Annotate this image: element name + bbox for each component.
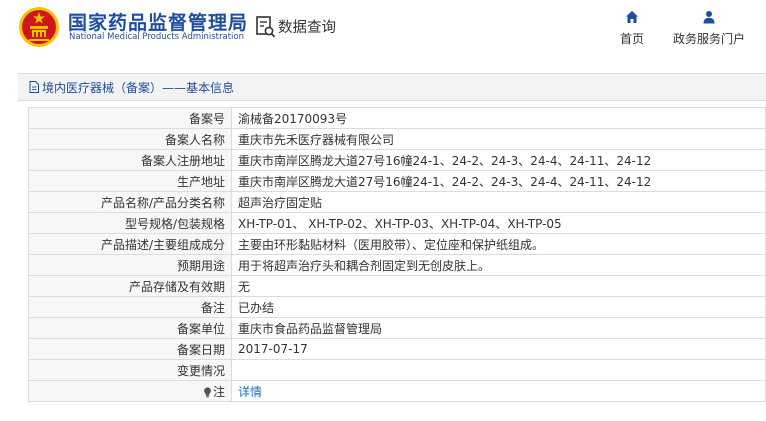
- breadcrumb: 境内医疗器械（备案）——基本信息: [18, 73, 766, 101]
- row-label: 备案人名称: [28, 128, 232, 150]
- document-search-icon: [256, 16, 276, 38]
- national-emblem-icon[interactable]: [18, 6, 60, 48]
- row-label: 生产地址: [28, 170, 232, 192]
- record-info-table: 备案号 渝械备20170093号 备案人名称 重庆市先禾医疗器械有限公司 备案人…: [28, 107, 766, 402]
- home-icon: [626, 11, 638, 23]
- row-label: 备案单位: [28, 317, 232, 339]
- row-label-note: 注: [28, 380, 232, 402]
- table-row: 备案单位 重庆市食品药品监督管理局: [28, 317, 766, 339]
- row-value: 重庆市食品药品监督管理局: [231, 317, 766, 339]
- row-value: 已办结: [231, 296, 766, 318]
- row-label: 备案人注册地址: [28, 149, 232, 171]
- nav-services-label: 政务服务门户: [672, 32, 745, 46]
- table-row: 产品描述/主要组成成分 主要由环形黏贴材料（医用胶带）、定位座和保护纸组成。: [28, 233, 766, 255]
- table-row: 变更情况: [28, 359, 766, 381]
- row-value: XH-TP-01、 XH-TP-02、XH-TP-03、XH-TP-04、XH-…: [231, 212, 766, 234]
- row-label: 备注: [28, 296, 232, 318]
- brand-subtitle: National Medical Products Administration: [69, 32, 244, 42]
- row-label: 型号规格/包装规格: [28, 212, 232, 234]
- row-label: 产品存储及有效期: [28, 275, 232, 297]
- table-row: 备案日期 2017-07-17: [28, 338, 766, 360]
- breadcrumb-text: 境内医疗器械（备案）——基本信息: [42, 80, 235, 95]
- table-row: 备案人名称 重庆市先禾医疗器械有限公司: [28, 128, 766, 150]
- table-row: 备案人注册地址 重庆市南岸区腾龙大道27号16幢24-1、24-2、24-3、2…: [28, 149, 766, 171]
- row-value: 渝械备20170093号: [231, 107, 766, 129]
- row-value: [231, 359, 766, 381]
- row-label: 备案号: [28, 107, 232, 129]
- row-value: 重庆市先禾医疗器械有限公司: [231, 128, 766, 150]
- row-value: 重庆市南岸区腾龙大道27号16幢24-1、24-2、24-3、24-4、24-1…: [231, 170, 766, 192]
- table-row: 注 详情: [28, 380, 766, 402]
- row-value: 无: [231, 275, 766, 297]
- row-value: 主要由环形黏贴材料（医用胶带）、定位座和保护纸组成。: [231, 233, 766, 255]
- row-value: 用于将超声治疗头和耦合剂固定到无创皮肤上。: [231, 254, 766, 276]
- note-label: 注: [212, 384, 225, 399]
- nav-home-link[interactable]: 首页: [612, 10, 652, 50]
- row-label: 产品名称/产品分类名称: [28, 191, 232, 213]
- lightbulb-icon: [204, 386, 211, 397]
- table-row: 产品名称/产品分类名称 超声治疗固定贴: [28, 191, 766, 213]
- table-row: 备案号 渝械备20170093号: [28, 107, 766, 129]
- site-header: 国家药品监督管理局 National Medical Products Admi…: [0, 0, 766, 56]
- nav-services-link[interactable]: 政务服务门户: [664, 10, 754, 50]
- table-row: 型号规格/包装规格 XH-TP-01、 XH-TP-02、XH-TP-03、XH…: [28, 212, 766, 234]
- row-label: 预期用途: [28, 254, 232, 276]
- row-label: 变更情况: [28, 359, 232, 381]
- brand-title: 国家药品监督管理局: [68, 12, 249, 34]
- table-row: 备注 已办结: [28, 296, 766, 318]
- details-link[interactable]: 详情: [238, 385, 262, 399]
- page-title: 数据查询: [278, 20, 336, 36]
- row-value: 2017-07-17: [231, 338, 766, 360]
- row-value: 详情: [231, 380, 766, 402]
- table-row: 生产地址 重庆市南岸区腾龙大道27号16幢24-1、24-2、24-3、24-4…: [28, 170, 766, 192]
- row-value: 超声治疗固定贴: [231, 191, 766, 213]
- nav-home-label: 首页: [619, 32, 644, 46]
- table-row: 产品存储及有效期 无: [28, 275, 766, 297]
- document-icon: [29, 81, 39, 93]
- table-row: 预期用途 用于将超声治疗头和耦合剂固定到无创皮肤上。: [28, 254, 766, 276]
- user-icon: [703, 11, 715, 24]
- row-value: 重庆市南岸区腾龙大道27号16幢24-1、24-2、24-3、24-4、24-1…: [231, 149, 766, 171]
- row-label: 备案日期: [28, 338, 232, 360]
- row-label: 产品描述/主要组成成分: [28, 233, 232, 255]
